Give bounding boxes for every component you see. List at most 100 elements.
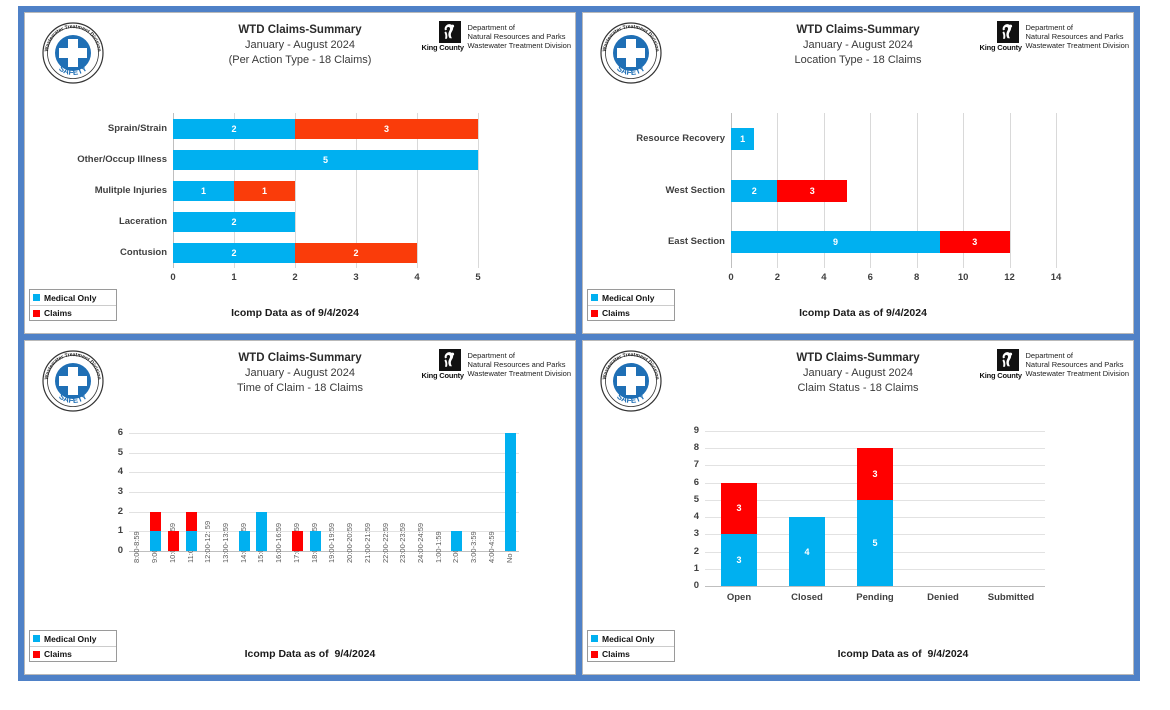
x-axis-tick-label: 8:00-8:59 bbox=[132, 531, 142, 563]
x-axis-tick-label: 10 bbox=[957, 272, 969, 283]
panel-subtitle-2: Time of Claim - 18 Claims bbox=[236, 382, 364, 394]
x-axis-tick-label: 2 bbox=[292, 272, 298, 283]
legend-label-claims: Claims bbox=[602, 308, 630, 318]
legend-item-medical-only[interactable]: Medical Only bbox=[30, 290, 116, 305]
x-axis-tick-label: 21:00-21:59 bbox=[362, 522, 372, 563]
panel-header: Wastewater Treatment Division SAFETY WTD… bbox=[25, 341, 575, 425]
bar-segment[interactable]: 2 bbox=[173, 242, 295, 263]
x-axis-tick-label: 4:00-4:59 bbox=[486, 531, 496, 563]
bar-value-label: 2 bbox=[231, 216, 237, 227]
legend-swatch-medical-only bbox=[591, 294, 598, 301]
bar-segment[interactable]: 2 bbox=[173, 118, 295, 139]
kc-line-2: Natural Resources and Parks bbox=[467, 31, 566, 41]
bar-segment[interactable]: 1 bbox=[173, 180, 234, 201]
kc-line-1: Department of bbox=[467, 350, 516, 360]
y-axis-tick-label: 5 bbox=[117, 446, 123, 458]
y-axis-tick-label: 6 bbox=[117, 427, 123, 438]
kc-line-2: Natural Resources and Parks bbox=[1025, 31, 1124, 41]
y-axis-tick-label: 3 bbox=[117, 486, 123, 497]
kc-line-2: Natural Resources and Parks bbox=[467, 359, 566, 369]
wtd-safety-seal-logo: Wastewater Treatment Division SAFETY bbox=[599, 349, 663, 413]
legend-item-medical-only[interactable]: Medical Only bbox=[588, 631, 674, 646]
bar-segment[interactable]: 3 bbox=[777, 179, 848, 202]
bar-value-label: 9 bbox=[832, 237, 838, 248]
grid-line bbox=[1056, 113, 1057, 268]
panel-location-type: Wastewater Treatment Division SAFETY WTD… bbox=[582, 12, 1134, 334]
kc-line-1: Department of bbox=[1025, 350, 1074, 360]
kc-line-2: Natural Resources and Parks bbox=[1025, 359, 1124, 369]
bar-segment[interactable]: 2 bbox=[173, 211, 295, 232]
bar-value-label: 3 bbox=[972, 237, 978, 248]
bar-segment[interactable]: 4 bbox=[789, 517, 825, 586]
bar-segment[interactable]: 3 bbox=[939, 231, 1010, 254]
panel-header: Wastewater Treatment Division SAFETY WTD… bbox=[583, 341, 1133, 425]
bar-segment[interactable]: 3 bbox=[857, 448, 893, 500]
bar-value-label: 2 bbox=[231, 247, 237, 258]
bar-segment[interactable] bbox=[238, 531, 250, 551]
bar-segment[interactable]: 2 bbox=[295, 242, 417, 263]
bar-value-label: 5 bbox=[872, 537, 878, 548]
x-axis-tick-label: 0 bbox=[170, 272, 176, 283]
legend-label-medical-only: Medical Only bbox=[602, 633, 655, 644]
bar-segment[interactable] bbox=[185, 511, 197, 532]
bar-segment[interactable]: 2 bbox=[731, 179, 778, 202]
bar-segment[interactable] bbox=[291, 531, 303, 551]
legend-label-claims: Claims bbox=[44, 649, 72, 659]
x-axis-tick-label: 19:00-19:59 bbox=[327, 522, 337, 563]
bar-segment[interactable] bbox=[150, 511, 162, 532]
category-label: Sprain/Strain bbox=[107, 122, 167, 134]
chart-plot-area: 0 1 2 3 4 5 6 7 8 9 Open 3 3 Closed 4 Pending 5 3 … bbox=[694, 425, 1045, 603]
bar-segment[interactable] bbox=[451, 531, 463, 551]
x-axis-tick-label: Submitted bbox=[987, 592, 1035, 603]
bar-segment[interactable]: 1 bbox=[234, 180, 295, 201]
bar-segment[interactable] bbox=[256, 511, 268, 551]
x-axis-tick-label: 22:00-22:59 bbox=[380, 522, 390, 563]
legend-swatch-medical-only bbox=[33, 635, 40, 642]
category-label: Contusion bbox=[120, 246, 167, 258]
y-axis-tick-label: 4 bbox=[117, 466, 123, 478]
x-axis-tick-label: Denied bbox=[927, 592, 959, 603]
kc-line-3: Wastewater Treatment Division bbox=[1025, 41, 1129, 51]
bar-value-label: 3 bbox=[872, 469, 878, 480]
grid-line bbox=[705, 586, 1045, 587]
legend-swatch-medical-only bbox=[591, 635, 598, 642]
legend-item-claims[interactable]: Claims bbox=[588, 646, 674, 661]
grid-line bbox=[129, 472, 519, 474]
bar-segment[interactable]: 3 bbox=[721, 534, 757, 586]
king-county-logo: King County Department of Natural Resour… bbox=[421, 349, 571, 380]
y-axis-tick-label: 2 bbox=[117, 505, 123, 517]
x-axis-tick-label: Open bbox=[726, 592, 752, 603]
legend-item-medical-only[interactable]: Medical Only bbox=[588, 290, 674, 305]
bar-segment[interactable] bbox=[150, 531, 162, 551]
bar-segment[interactable]: 3 bbox=[295, 118, 478, 139]
legend-item-medical-only[interactable]: Medical Only bbox=[30, 631, 116, 646]
chart-footnote: Icomp Data as of 9/4/2024 bbox=[799, 307, 927, 319]
bar-segment[interactable]: 5 bbox=[173, 149, 478, 170]
bar-segment[interactable]: 5 bbox=[857, 499, 893, 586]
bar-segment[interactable] bbox=[309, 531, 321, 551]
x-axis-tick-label: 3:00-3:59 bbox=[469, 531, 479, 563]
y-axis-tick-label: 0 bbox=[117, 545, 123, 556]
x-axis-tick-label: 4 bbox=[821, 272, 827, 283]
x-axis-tick-label: 6 bbox=[867, 272, 873, 283]
king-county-dept-text: Department of Natural Resources and Park… bbox=[1025, 350, 1129, 379]
y-axis-tick-label: 7 bbox=[693, 459, 699, 471]
bar-segment[interactable]: 1 bbox=[731, 127, 755, 150]
bar-segment[interactable]: 9 bbox=[731, 231, 940, 254]
bar-segment[interactable] bbox=[167, 531, 179, 551]
bar-segment[interactable] bbox=[504, 433, 516, 551]
legend-label-claims: Claims bbox=[44, 308, 72, 318]
bar-value-label: 1 bbox=[200, 185, 206, 196]
king-county-dept-text: Department of Natural Resources and Park… bbox=[1025, 22, 1129, 51]
x-axis-tick-label: 20:00-20:59 bbox=[345, 522, 355, 563]
bar-value-label: 3 bbox=[383, 123, 389, 134]
bar-segment[interactable]: 3 bbox=[721, 482, 757, 535]
x-axis-tick-label: 12 bbox=[1004, 272, 1015, 283]
x-axis-tick-label: 12:00-12: 59 bbox=[203, 520, 213, 563]
grid-line bbox=[1009, 113, 1011, 268]
bar-segment[interactable] bbox=[185, 531, 197, 551]
bar-value-label: 1 bbox=[261, 185, 267, 196]
chart-footnote: Icomp Data as of 9/4/2024 bbox=[231, 307, 359, 319]
panel-subtitle-2: (Per Action Type - 18 Claims) bbox=[228, 54, 372, 66]
x-axis-tick-label: 14 bbox=[1050, 272, 1062, 283]
